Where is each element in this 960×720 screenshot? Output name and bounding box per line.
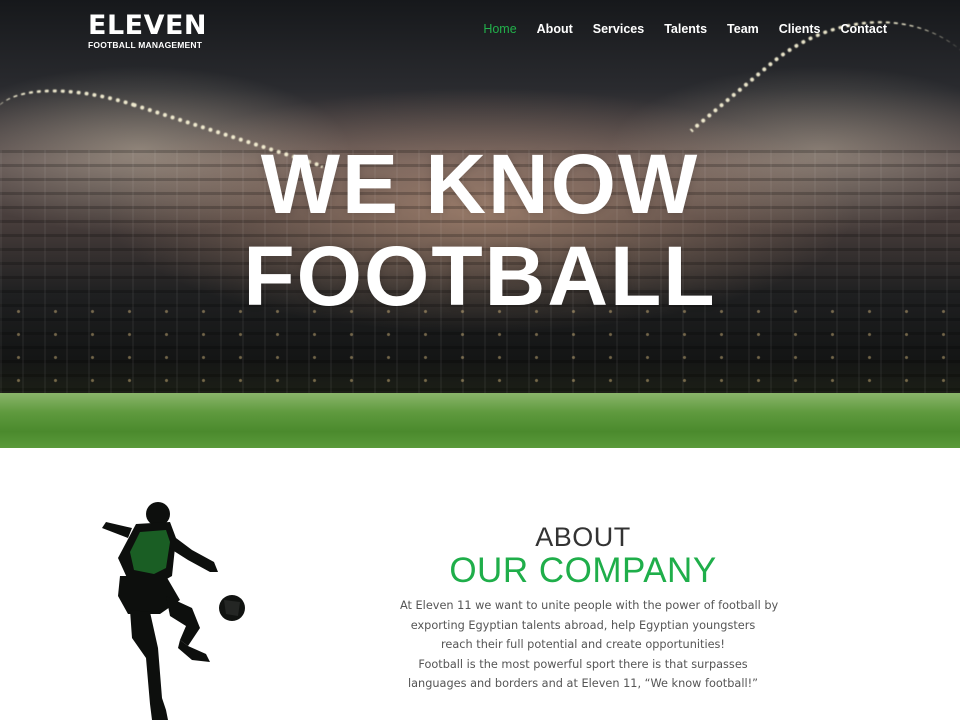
about-paragraph-line: reach their full potential and create op… <box>441 638 725 652</box>
about-heading-line2: OUR COMPANY <box>449 551 717 590</box>
logo-name: ELEVEN <box>88 10 208 41</box>
nav-about[interactable]: About <box>537 22 573 36</box>
about-heading-line1: ABOUT <box>535 522 631 552</box>
about-heading: ABOUT OUR COMPANY <box>400 522 766 590</box>
nav-services[interactable]: Services <box>593 22 644 36</box>
nav-clients[interactable]: Clients <box>779 22 821 36</box>
football-player-image <box>102 502 245 720</box>
nav-team[interactable]: Team <box>727 22 759 36</box>
hero-banner: ELEVEN FOOTBALL MANAGEMENT Home About Se… <box>0 0 960 448</box>
about-paragraph-line: languages and borders and at Eleven 11, … <box>408 677 758 691</box>
logo-tagline: FOOTBALL MANAGEMENT <box>88 40 203 50</box>
about-paragraph-line: At Eleven 11 we want to unite people wit… <box>400 599 779 612</box>
nav-contact[interactable]: Contact <box>840 22 887 36</box>
about-paragraph-line: Football is the most powerful sport ther… <box>418 657 748 671</box>
football-pitch <box>0 393 960 448</box>
site-logo[interactable]: ELEVEN FOOTBALL MANAGEMENT <box>88 10 208 51</box>
hero-title-line1: WE KNOW <box>260 137 700 231</box>
about-paragraph-line: exporting Egyptian talents abroad, help … <box>410 618 756 632</box>
nav-home[interactable]: Home <box>483 22 516 36</box>
about-section: ABOUT OUR COMPANY At Eleven 11 we want t… <box>0 448 960 720</box>
hero-title: WE KNOW FOOTBALL <box>0 138 960 322</box>
about-paragraph: At Eleven 11 we want to unite people wit… <box>400 596 779 694</box>
hero-title-line2: FOOTBALL <box>243 229 717 323</box>
main-nav: Home About Services Talents Team Clients… <box>483 22 887 36</box>
nav-talents[interactable]: Talents <box>664 22 707 36</box>
